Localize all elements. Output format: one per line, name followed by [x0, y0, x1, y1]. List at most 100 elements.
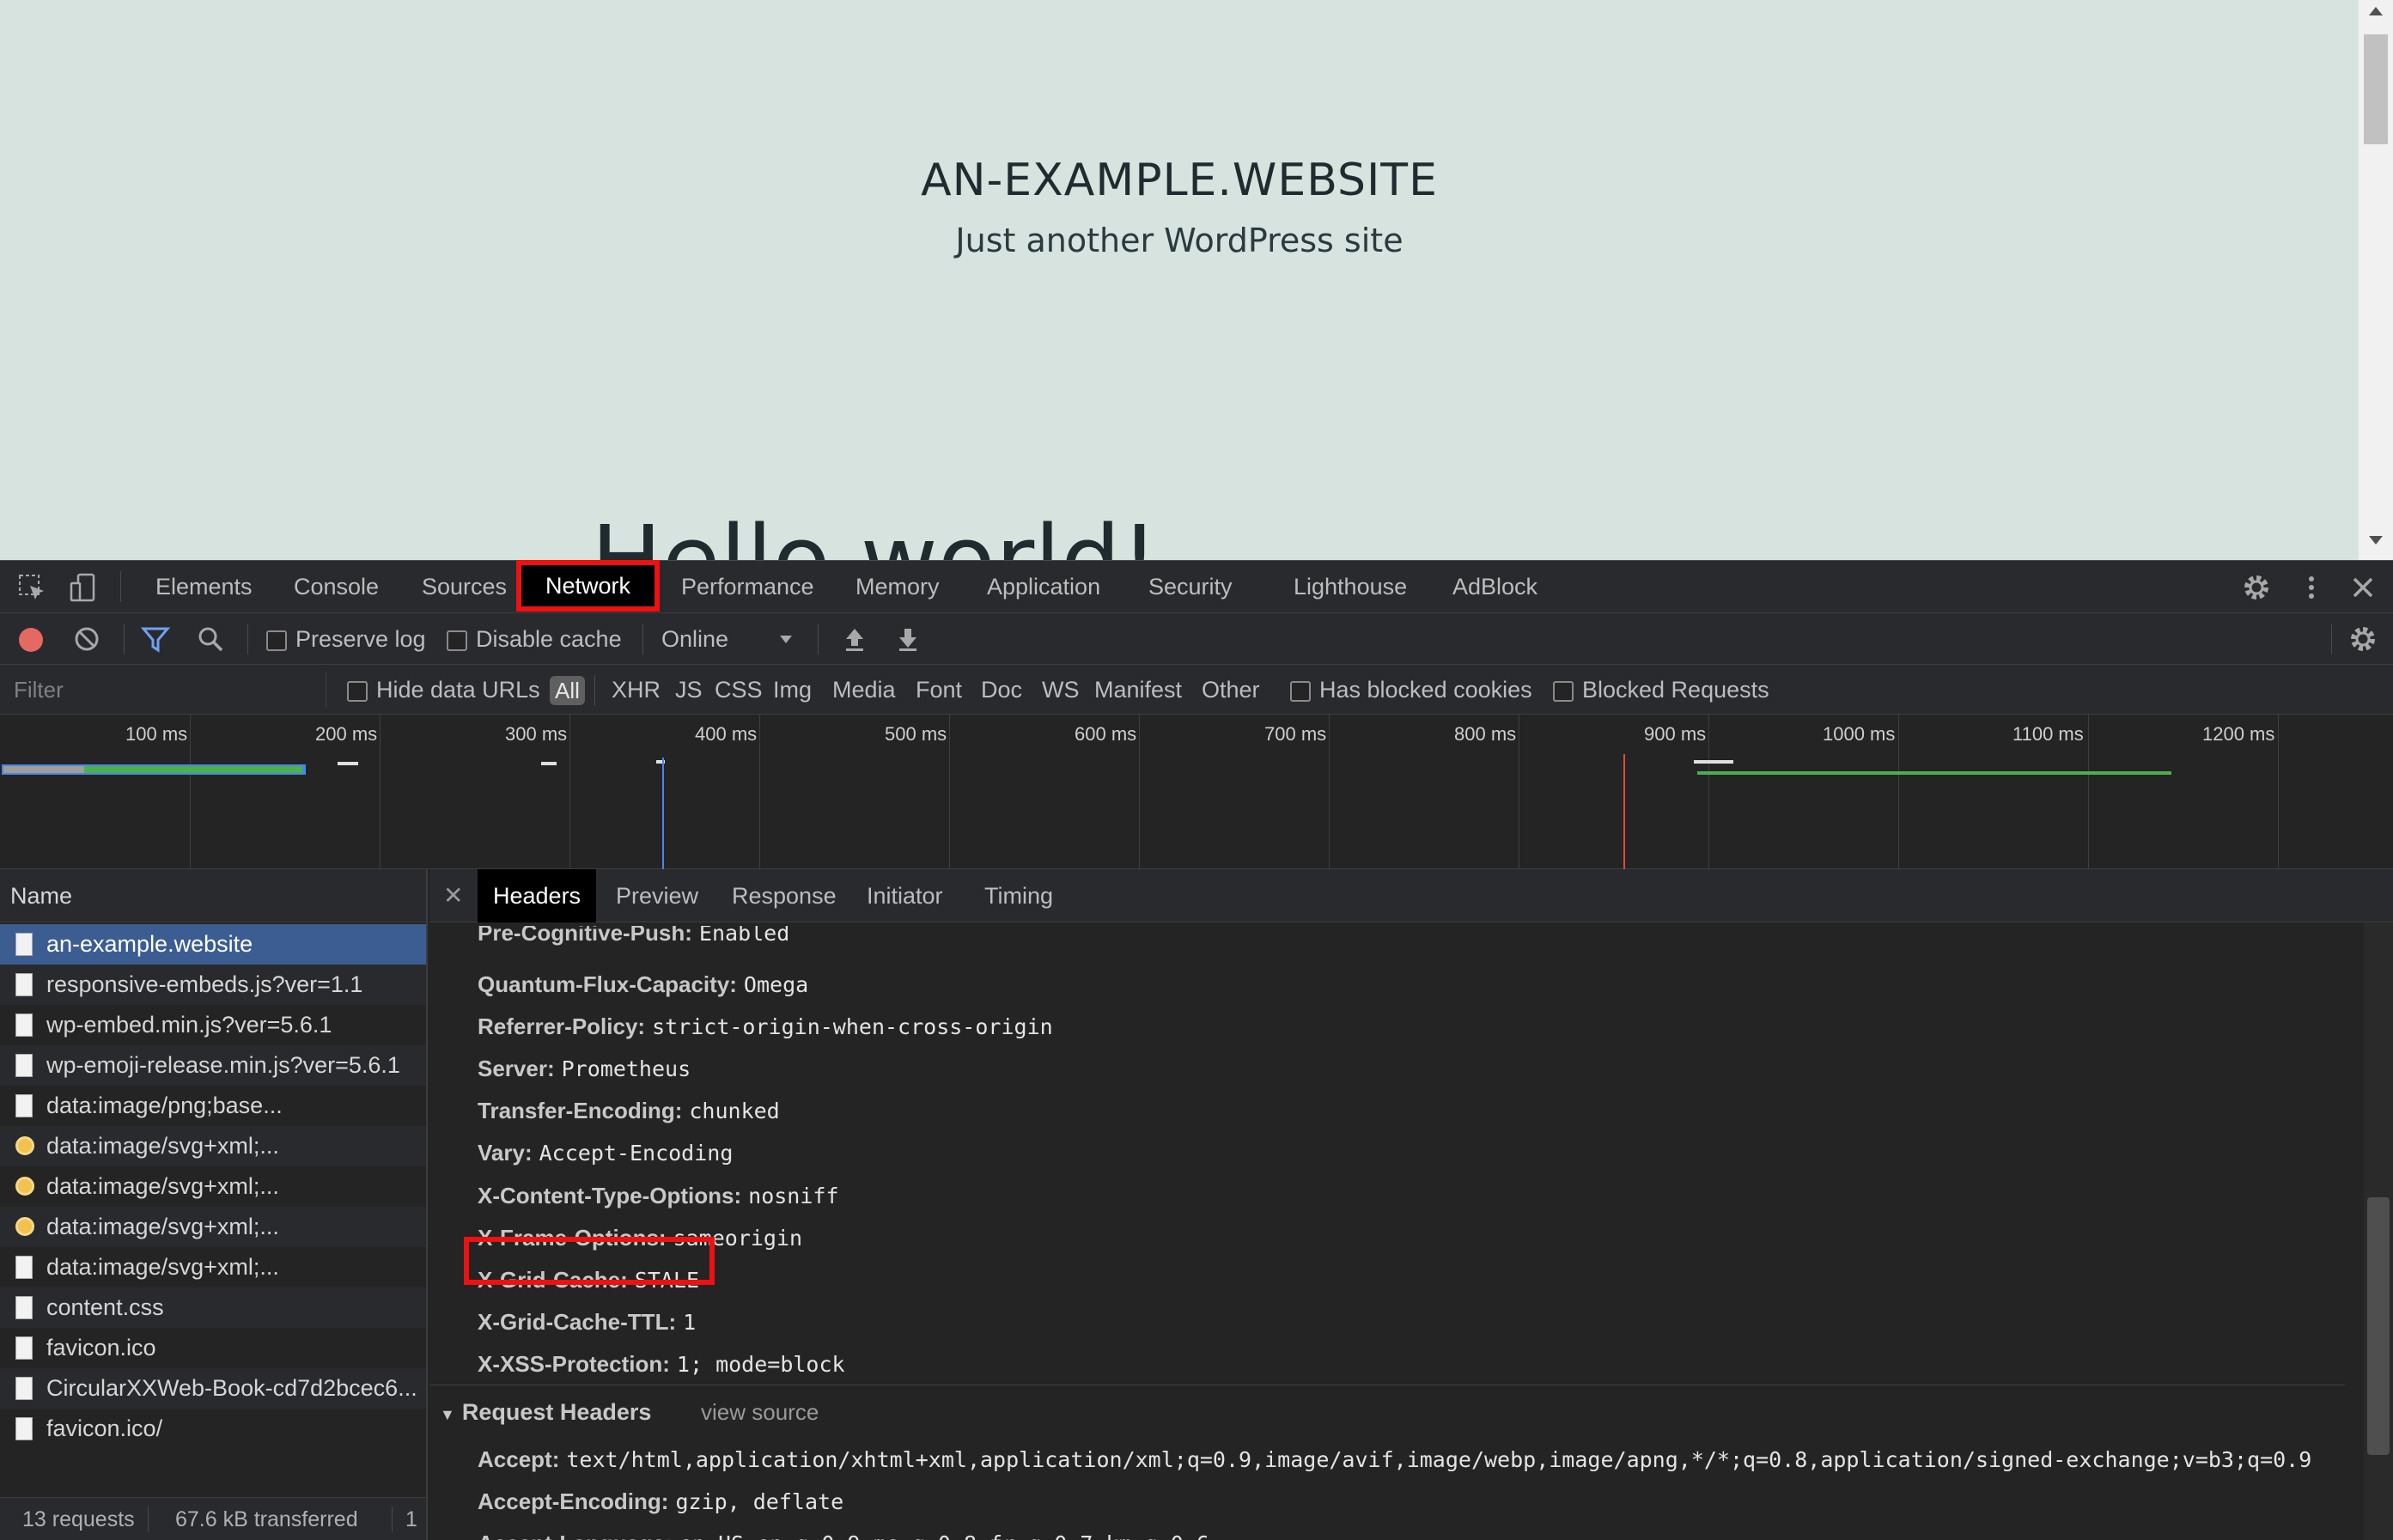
preserve-log-label: Preserve log — [295, 626, 426, 652]
filter-type-font[interactable]: Font — [916, 665, 962, 715]
request-row[interactable]: data:image/svg+xml;... — [0, 1247, 426, 1287]
filter-type-xhr[interactable]: XHR — [612, 665, 661, 715]
settings-gear-icon[interactable] — [2242, 573, 2271, 602]
tab-sources[interactable]: Sources — [422, 561, 507, 612]
device-toolbar-icon[interactable] — [69, 573, 98, 602]
scroll-up-arrow-icon[interactable] — [2369, 7, 2383, 15]
tab-elements[interactable]: Elements — [155, 561, 253, 612]
scroll-down-arrow-icon[interactable] — [2369, 536, 2383, 545]
filter-type-all[interactable]: All — [550, 676, 585, 705]
request-row[interactable]: responsive-embeds.js?ver=1.1 — [0, 965, 426, 1005]
filter-input[interactable] — [0, 672, 326, 708]
tab-headers[interactable]: Headers — [478, 869, 597, 922]
header-line: Accept: text/html,application/xhtml+xml,a… — [478, 1442, 2311, 1476]
tab-application[interactable]: Application — [987, 561, 1100, 612]
more-options-icon[interactable] — [2297, 573, 2326, 602]
tab-lighthouse[interactable]: Lighthouse — [1294, 561, 1407, 612]
record-button[interactable] — [19, 628, 43, 652]
tab-preview[interactable]: Preview — [616, 869, 698, 922]
overview-timeline[interactable]: 100 ms 200 ms 300 ms 400 ms 500 ms 600 m… — [0, 715, 2393, 869]
tab-console[interactable]: Console — [294, 561, 379, 612]
checkbox[interactable] — [1553, 680, 1574, 702]
chevron-down-icon[interactable] — [771, 624, 801, 654]
filter-type-doc[interactable]: Doc — [981, 665, 1022, 715]
request-headers-toggle[interactable]: ▼ Request Headers — [440, 1395, 651, 1429]
network-settings-gear-icon[interactable] — [2348, 624, 2378, 654]
filter-type-other[interactable]: Other — [1202, 665, 1260, 715]
tab-adblock[interactable]: AdBlock — [1452, 561, 1537, 612]
close-devtools-icon[interactable] — [2348, 573, 2378, 602]
checkbox[interactable] — [266, 630, 287, 651]
request-row[interactable]: data:image/svg+xml;... — [0, 1126, 426, 1166]
tab-network[interactable]: Network — [516, 560, 660, 612]
page-scrollbar[interactable] — [2359, 0, 2393, 560]
request-row[interactable]: an-example.website — [0, 924, 426, 965]
export-har-icon[interactable] — [893, 624, 922, 654]
clear-icon[interactable] — [72, 624, 101, 654]
search-icon[interactable] — [196, 624, 225, 654]
separator — [392, 1507, 393, 1532]
request-row[interactable]: data:image/svg+xml;... — [0, 1207, 426, 1247]
column-header-name[interactable]: Name — [0, 869, 426, 922]
details-scrollbar[interactable] — [2364, 922, 2393, 1540]
checkbox[interactable] — [447, 630, 467, 651]
close-details-icon[interactable]: ✕ — [443, 881, 463, 910]
filter-type-ws[interactable]: WS — [1042, 665, 1080, 715]
has-blocked-cookies-checkbox[interactable]: Has blocked cookies — [1290, 665, 1532, 715]
timeline-tick-label: 700 ms — [1264, 723, 1327, 745]
header-value: nosniff — [748, 1184, 839, 1208]
throttling-select[interactable]: Online — [661, 613, 728, 665]
checkbox[interactable] — [347, 680, 368, 702]
site-title[interactable]: AN-EXAMPLE.WEBSITE — [0, 155, 2359, 206]
blocked-requests-checkbox[interactable]: Blocked Requests — [1553, 665, 1769, 715]
tab-timing[interactable]: Timing — [984, 869, 1053, 922]
request-row[interactable]: wp-emoji-release.min.js?ver=5.6.1 — [0, 1045, 426, 1086]
blocked-requests-label: Blocked Requests — [1582, 677, 1769, 703]
disable-cache-checkbox[interactable]: Disable cache — [447, 613, 622, 665]
separator — [148, 1507, 149, 1532]
post-heading[interactable]: Hello world! — [591, 505, 1159, 560]
request-row[interactable]: wp-embed.min.js?ver=5.6.1 — [0, 1005, 426, 1045]
view-source-link[interactable]: view source — [701, 1395, 819, 1429]
scrollbar-thumb[interactable] — [2364, 34, 2388, 144]
header-line: Accept-Language: en-US,en;q=0.9,ms;q=0.8,… — [478, 1526, 1209, 1540]
checkbox[interactable] — [1290, 680, 1311, 702]
header-key: Accept: — [478, 1446, 560, 1472]
filter-type-img[interactable]: Img — [773, 665, 812, 715]
filter-type-manifest[interactable]: Manifest — [1094, 665, 1182, 715]
filter-type-css[interactable]: CSS — [715, 665, 763, 715]
request-row[interactable]: data:image/png;base... — [0, 1086, 426, 1126]
tab-response[interactable]: Response — [732, 869, 837, 922]
hide-data-urls-checkbox[interactable]: Hide data URLs — [347, 665, 540, 715]
request-row[interactable]: data:image/svg+xml;... — [0, 1166, 426, 1207]
timeline-request-mark — [541, 762, 557, 765]
tab-security[interactable]: Security — [1148, 561, 1233, 612]
tab-memory[interactable]: Memory — [856, 561, 940, 612]
header-value: en-US,en;q=0.9,ms;q=0.8,fr;q=0.7,km;q=0.… — [679, 1531, 1209, 1540]
filter-icon[interactable] — [140, 624, 171, 654]
request-name: CircularXXWeb-Book-cd7d2bcec6... — [46, 1375, 417, 1401]
scrollbar-thumb[interactable] — [2367, 1197, 2390, 1455]
request-name: data:image/svg+xml;... — [46, 1133, 279, 1159]
header-value: chunked — [689, 1099, 780, 1123]
timeline-gridline — [2278, 715, 2279, 869]
timeline-gridline — [1139, 715, 1140, 869]
inspect-element-icon[interactable] — [17, 573, 46, 602]
tab-performance[interactable]: Performance — [681, 561, 814, 612]
request-row[interactable]: favicon.ico — [0, 1328, 426, 1368]
import-har-icon[interactable] — [840, 624, 869, 654]
filter-type-js[interactable]: JS — [675, 665, 703, 715]
transferred-size: 67.6 kB transferred — [175, 1507, 358, 1531]
request-row[interactable]: CircularXXWeb-Book-cd7d2bcec6... — [0, 1368, 426, 1409]
filter-type-media[interactable]: Media — [832, 665, 896, 715]
preserve-log-checkbox[interactable]: Preserve log — [266, 613, 426, 665]
request-row[interactable]: favicon.ico/ — [0, 1409, 426, 1449]
emoji-image-icon — [15, 1136, 34, 1155]
dom-content-loaded-line — [662, 758, 664, 869]
request-row[interactable]: content.css — [0, 1287, 426, 1328]
script-file-icon — [15, 1013, 33, 1037]
request-name: data:image/png;base... — [46, 1093, 283, 1118]
separator — [247, 624, 248, 654]
tab-initiator[interactable]: Initiator — [867, 869, 943, 922]
request-name: data:image/svg+xml;... — [46, 1254, 279, 1280]
